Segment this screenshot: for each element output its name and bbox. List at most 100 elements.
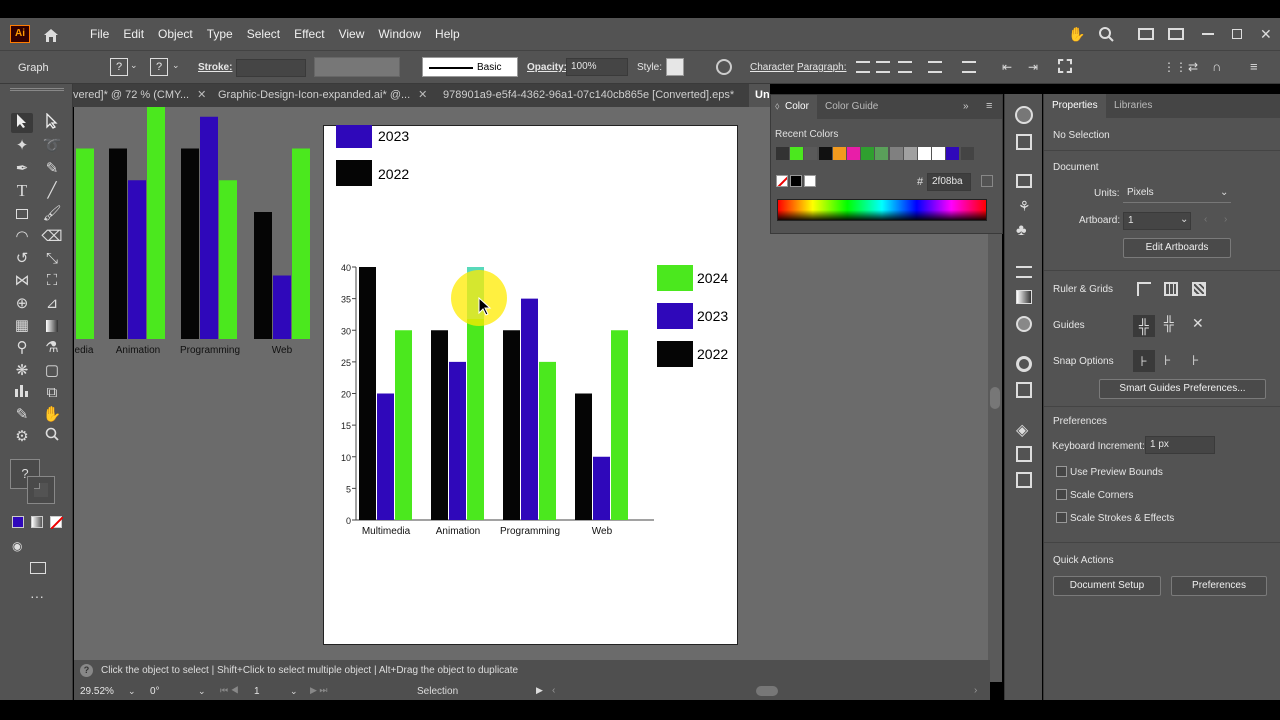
hand-tool-icon[interactable]: ✎ [11, 405, 33, 425]
arrange-documents-icon[interactable] [1138, 28, 1154, 40]
color-panel-icon[interactable] [1015, 106, 1033, 124]
rotation-value[interactable]: 0° [146, 684, 206, 702]
paragraph-link[interactable]: Paragraph: [797, 62, 846, 73]
chevron-down-icon[interactable]: ⌄ [1220, 187, 1228, 198]
transparency-grid-icon[interactable] [1192, 282, 1206, 296]
transparency-icon[interactable] [1016, 316, 1032, 332]
recent-color-swatch[interactable] [847, 147, 860, 160]
eyedropper-tool-icon[interactable]: ⚲ [11, 338, 33, 358]
magnet-icon[interactable]: ∩ [1212, 59, 1221, 74]
bar-2022-programming[interactable] [503, 330, 520, 520]
brush-definition-dropdown[interactable]: Basic [422, 57, 518, 77]
close-icon[interactable]: ✕ [418, 89, 427, 101]
bar-2024-programming[interactable] [539, 361, 556, 520]
recent-color-swatch[interactable] [946, 147, 960, 160]
more-tools-icon[interactable]: ··· [30, 588, 44, 604]
width-tool-icon[interactable]: ⋈ [11, 271, 33, 291]
clear-guides-icon[interactable]: ✕ [1192, 315, 1204, 332]
home-icon[interactable] [42, 27, 58, 42]
eraser-tool-icon[interactable]: ⌫ [41, 227, 63, 247]
bar-2024-web[interactable] [611, 330, 628, 520]
none-swatch[interactable] [776, 175, 788, 187]
menu-help[interactable]: Help [435, 27, 460, 41]
recent-color-swatch[interactable] [776, 147, 789, 160]
snap-to-point-icon[interactable]: ⊦ [1133, 350, 1155, 372]
first-artboard-icon[interactable]: ⏮ ◀ [220, 685, 239, 696]
stroke-help-icon[interactable]: ? [150, 58, 168, 76]
bar-2022-multimedia[interactable] [359, 267, 376, 520]
recent-color-swatch[interactable] [889, 147, 903, 160]
color-spectrum[interactable] [777, 199, 987, 221]
draw-mode-icon[interactable]: ◉ [12, 539, 22, 553]
artboards-icon[interactable] [1016, 446, 1032, 462]
opacity-input[interactable]: 100% [566, 58, 628, 76]
bar-2024-multimedia[interactable] [395, 330, 412, 520]
zoom-tool-icon[interactable] [41, 427, 63, 447]
close-icon[interactable]: ✕ [197, 89, 206, 101]
rotate-tool-icon[interactable]: ↺ [11, 249, 33, 269]
asset-export-icon[interactable] [1016, 472, 1032, 488]
collapse-icon[interactable]: » [963, 101, 969, 112]
recent-color-swatch[interactable] [861, 147, 875, 160]
maximize-icon[interactable] [1232, 29, 1242, 39]
selection-tool-icon[interactable] [11, 113, 33, 133]
screen-mode-icon[interactable] [30, 562, 46, 574]
fill-stroke-widget[interactable]: ? [10, 459, 60, 507]
artboard-tool-icon[interactable]: ▢ [41, 361, 63, 381]
gradient-tool-icon[interactable] [41, 316, 63, 336]
style-swatch[interactable] [666, 58, 684, 76]
fill-chevron-icon[interactable]: ⌄ [130, 60, 138, 71]
chevron-right-icon[interactable]: › [974, 685, 977, 696]
column-graph-tool-icon[interactable] [11, 383, 33, 403]
fill-help-icon[interactable]: ? [110, 58, 128, 76]
bar-2022-animation[interactable] [431, 330, 448, 520]
align-center-icon[interactable] [876, 61, 890, 73]
magic-wand-tool-icon[interactable]: ✦ [11, 136, 33, 156]
recent-color-swatch[interactable] [903, 147, 917, 160]
shape-builder-tool-icon[interactable]: ⊕ [11, 294, 33, 314]
bar-2023-programming[interactable] [521, 298, 538, 520]
recent-color-swatch[interactable] [960, 147, 974, 160]
align-left-icon[interactable] [856, 61, 870, 73]
lock-guides-icon[interactable]: ╬ [1164, 315, 1174, 331]
line-tool-icon[interactable]: ╱ [41, 181, 63, 201]
minimize-icon[interactable] [1202, 33, 1214, 35]
tab-document-2[interactable]: Graphic-Design-Icon-expanded.ai* @... ✕ [218, 84, 436, 107]
graphic-styles-icon[interactable] [1016, 382, 1032, 398]
character-link[interactable]: Character [750, 62, 794, 73]
bar-2023-multimedia[interactable] [377, 393, 394, 521]
column-graph[interactable]: 2023 2022 0 5 10 15 20 25 30 35 40 Multimedia Animat… [323, 125, 738, 645]
menu-type[interactable]: Type [207, 27, 233, 41]
next-artboard-icon[interactable]: ▶ ⏭ [310, 685, 328, 696]
toolbar-grip[interactable] [10, 88, 64, 91]
flip-icon[interactable]: ⇄ [1188, 60, 1198, 74]
direct-selection-tool-icon[interactable] [41, 112, 63, 133]
chevron-down-icon[interactable]: ⌄ [198, 686, 206, 697]
edit-toolbar-icon[interactable]: ⚙ [11, 427, 33, 447]
hand-tool-icon[interactable]: ✋ [41, 405, 63, 425]
scale-strokes-checkbox[interactable] [1056, 512, 1067, 523]
panel-menu-icon[interactable]: ≡ [986, 100, 992, 112]
menu-file[interactable]: File [90, 27, 109, 41]
transform-icon[interactable]: ⇥ [1028, 60, 1038, 74]
bar-2023-web[interactable] [593, 456, 610, 520]
white-swatch[interactable] [804, 175, 816, 187]
gradient-icon[interactable] [1016, 290, 1032, 304]
document-setup-button[interactable]: Document Setup [1053, 576, 1161, 596]
color-guide-icon[interactable] [1016, 134, 1032, 150]
help-icon[interactable]: ? [80, 664, 93, 677]
mesh-tool-icon[interactable]: ▦ [11, 316, 33, 336]
bullets-icon[interactable] [928, 61, 942, 73]
align-to-icon[interactable]: ⇤ [1002, 60, 1012, 74]
symbols-icon[interactable]: ♣ [1016, 222, 1027, 240]
ruler-icon[interactable] [1137, 282, 1151, 296]
chevron-down-icon[interactable]: ⌄ [128, 686, 136, 697]
snap-to-pixel-icon[interactable]: ⊦ [1164, 352, 1171, 369]
recent-color-swatch[interactable] [790, 147, 804, 160]
stroke-icon[interactable] [1016, 266, 1032, 278]
black-swatch[interactable] [790, 175, 802, 187]
pen-tool-icon[interactable]: ✒ [11, 159, 33, 179]
rectangle-tool-icon[interactable] [11, 204, 33, 224]
use-preview-bounds-checkbox[interactable] [1056, 466, 1067, 477]
preferences-button[interactable]: Preferences [1171, 576, 1267, 596]
